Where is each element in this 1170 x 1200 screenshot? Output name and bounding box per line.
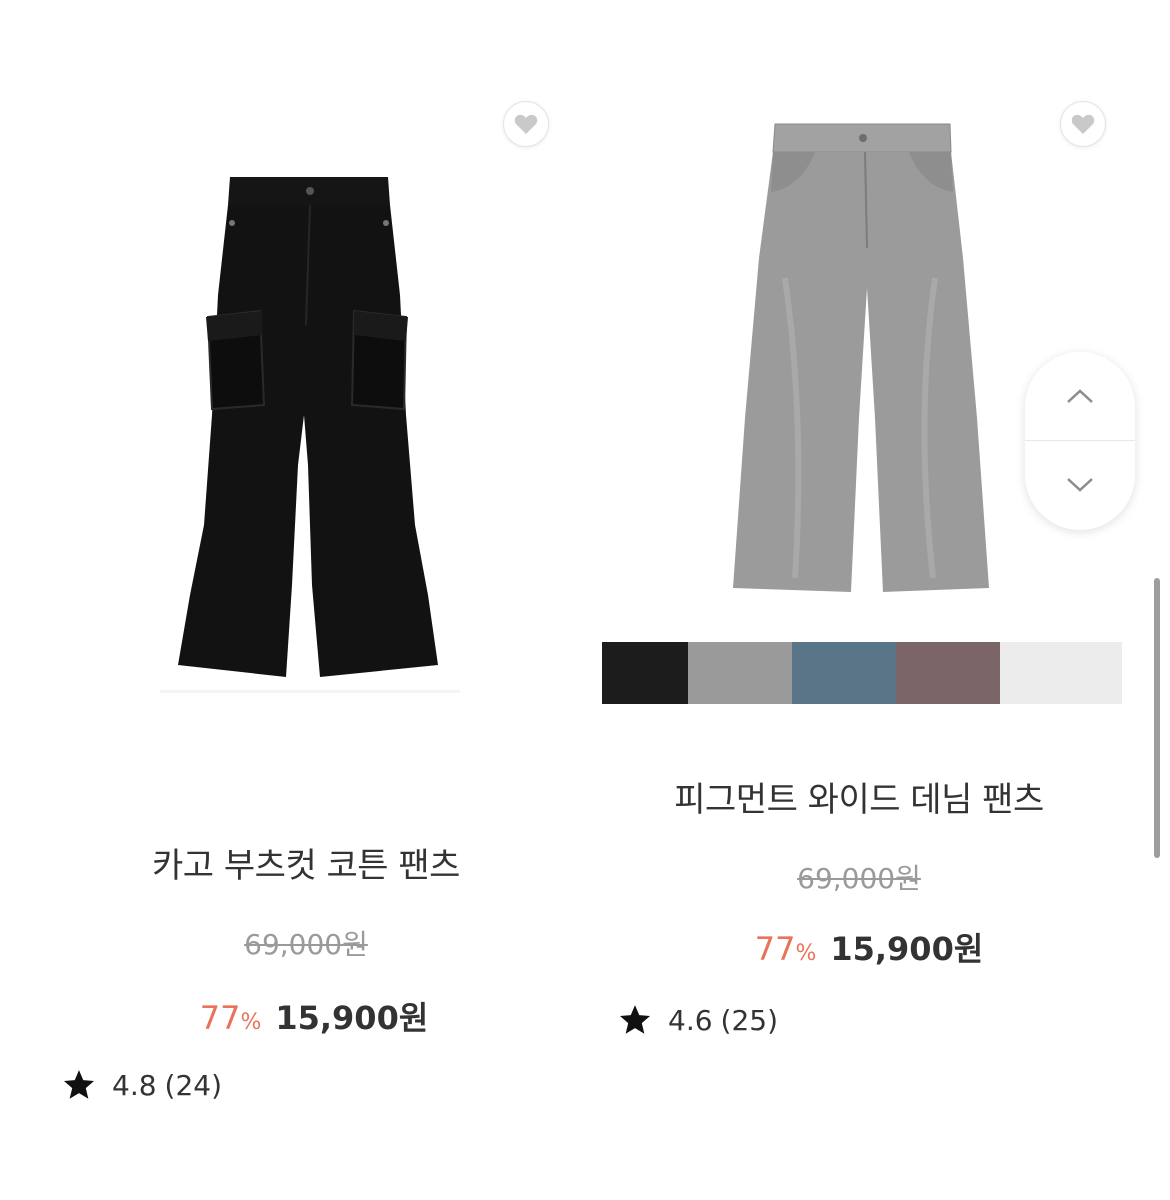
wishlist-button[interactable] — [1060, 101, 1106, 147]
review-count: (24) — [164, 1068, 223, 1102]
scrollbar-thumb[interactable] — [1154, 578, 1160, 858]
grey-wide-denim-pants-image[interactable] — [725, 118, 1005, 602]
sale-price: 15,900원 — [275, 999, 429, 1037]
review-count: (25) — [720, 1003, 779, 1037]
price-line: 77% 15,900원 — [0, 993, 628, 1039]
color-swatch-brown[interactable] — [896, 642, 1000, 704]
heart-icon — [1071, 114, 1095, 134]
discount-unit: % — [240, 1010, 262, 1035]
color-swatch-white[interactable] — [1000, 642, 1122, 704]
sale-price: 15,900원 — [830, 930, 984, 968]
scroll-controls — [1025, 352, 1135, 530]
color-swatch-black[interactable] — [602, 642, 688, 704]
rating: 4.6 (25) — [618, 1003, 778, 1037]
scroll-bottom-button[interactable] — [1025, 441, 1135, 529]
rating-score: 4.6 — [668, 1003, 713, 1037]
original-price: 69,000원 — [244, 928, 368, 961]
wishlist-button[interactable] — [503, 101, 549, 147]
product-name[interactable]: 피그먼트 와이드 데님 팬츠 — [585, 772, 1133, 821]
color-swatch-grey[interactable] — [688, 642, 792, 704]
discount-rate: 77 — [754, 930, 796, 968]
star-icon — [619, 1005, 651, 1034]
heart-icon — [514, 114, 538, 134]
scroll-top-button[interactable] — [1025, 352, 1135, 440]
chevron-down-icon — [1067, 478, 1093, 492]
price-line: 77% 15,900원 — [585, 924, 1153, 970]
discount-rate: 77 — [199, 999, 241, 1037]
color-swatch-blue[interactable] — [792, 642, 896, 704]
black-flare-cargo-pants-image[interactable] — [160, 165, 460, 725]
product-name[interactable]: 카고 부츠컷 코튼 팬츠 — [0, 838, 612, 887]
rating-score: 4.8 — [112, 1068, 157, 1102]
color-swatch-row — [602, 642, 1122, 704]
star-icon — [63, 1070, 95, 1099]
rating: 4.8 (24) — [62, 1068, 222, 1102]
product-card[interactable]: 카고 부츠컷 코튼 팬츠 69,000원 77% 15,900원 4.8 (24) — [0, 0, 585, 1200]
chevron-up-icon — [1067, 389, 1093, 403]
product-grid-page: 카고 부츠컷 코튼 팬츠 69,000원 77% 15,900원 4.8 (24) — [0, 0, 1170, 1200]
product-card[interactable]: 피그먼트 와이드 데님 팬츠 69,000원 77% 15,900원 4.6 (2… — [585, 0, 1170, 1200]
discount-unit: % — [795, 941, 817, 966]
original-price: 69,000원 — [797, 862, 921, 895]
